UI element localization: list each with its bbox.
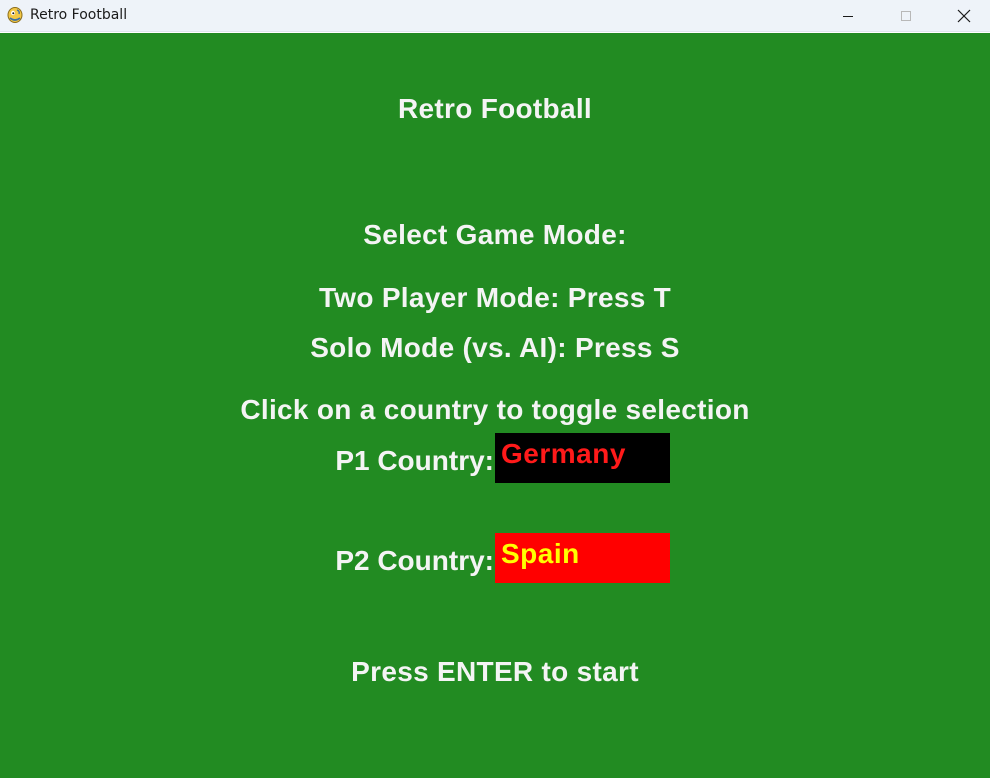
p2-country-label: P2 Country:	[335, 545, 494, 576]
minimize-icon	[842, 10, 854, 22]
p2-country-selector[interactable]: Spain	[495, 533, 670, 583]
window-title: Retro Football	[30, 7, 128, 23]
title-bar[interactable]: Retro Football	[0, 0, 990, 32]
p1-country-label: P1 Country:	[335, 445, 494, 476]
maximize-icon	[900, 10, 912, 22]
country-toggle-hint: Click on a country to toggle selection	[240, 394, 750, 425]
p1-country-selector[interactable]: Germany	[495, 433, 670, 483]
solo-mode-option: Solo Mode (vs. AI): Press S	[310, 332, 680, 363]
minimize-button[interactable]	[819, 0, 877, 31]
game-title: Retro Football	[398, 93, 592, 124]
pygame-snake-icon	[6, 6, 24, 24]
app-window: Retro Football Retro Football Select Gam…	[0, 0, 990, 778]
select-mode-heading: Select Game Mode:	[363, 219, 627, 250]
start-hint: Press ENTER to start	[351, 656, 639, 687]
maximize-button[interactable]	[877, 0, 935, 31]
close-button[interactable]	[935, 0, 990, 31]
game-canvas[interactable]: Retro Football Select Game Mode: Two Pla…	[0, 33, 990, 778]
two-player-mode-option: Two Player Mode: Press T	[318, 282, 672, 313]
close-icon	[957, 9, 971, 23]
